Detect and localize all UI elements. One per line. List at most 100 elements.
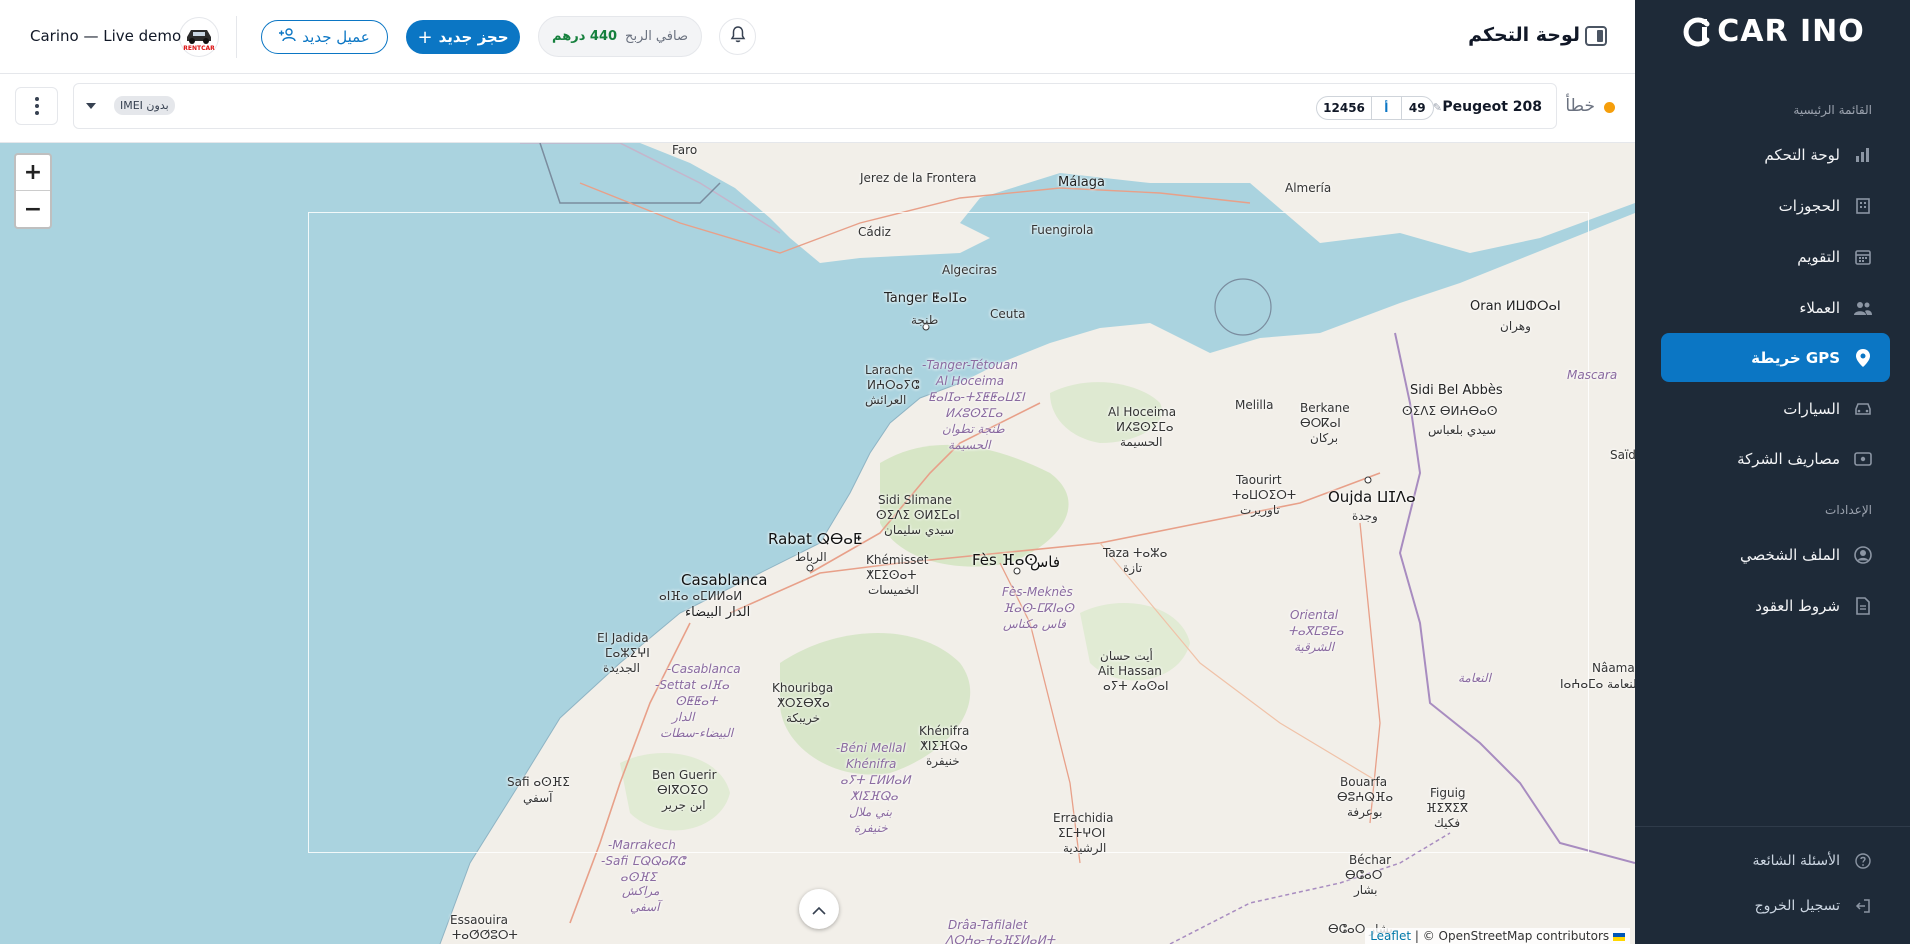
new-client-button[interactable]: عميل جديد: [261, 20, 388, 54]
sidebar-item-label: شروط العقود: [1755, 596, 1840, 615]
more-options-button[interactable]: [15, 87, 58, 125]
map-label: ⴰⵙⴼⵉ: [620, 870, 657, 884]
sidebar-item-gps-map[interactable]: GPS خريطة: [1661, 333, 1890, 382]
map-label: Málaga: [1058, 175, 1105, 190]
sidebar-item-label: تسجيل الخروج: [1754, 897, 1840, 914]
map-label: طنجة تطوان: [942, 422, 1005, 436]
map-label: Almería: [1285, 181, 1332, 195]
bar-chart-icon: [1854, 146, 1872, 164]
chevron-down-icon[interactable]: [86, 103, 96, 109]
sidebar-item-dashboard[interactable]: لوحة التحكم: [1661, 130, 1890, 179]
map-label: الحسيمة: [948, 438, 991, 452]
notifications-button[interactable]: [719, 18, 756, 55]
map-label: Jerez de la Frontera: [860, 171, 977, 185]
brand-logo[interactable]: CAR INO: [1635, 14, 1910, 49]
map-label: ⵜⴰⴳⵎⵓⴹⴰ: [1288, 624, 1344, 638]
map-label: بوعرفة: [1347, 805, 1383, 819]
map-label: الدار البيضاء: [685, 605, 751, 620]
map-label: مراكش: [622, 884, 660, 898]
sidebar-item-profile[interactable]: الملف الشخصي: [1661, 530, 1890, 579]
map-label: ⵙⵉⴷⵉ ⵙⵍⵉⵎⴰⵏ: [876, 508, 960, 522]
map-label: Khénifra: [846, 757, 897, 771]
header-divider: [236, 16, 237, 58]
scroll-up-button[interactable]: [799, 889, 839, 929]
bell-icon: [730, 26, 746, 47]
map-label: Bouarfa: [1340, 775, 1388, 789]
sidebar-item-cars[interactable]: السيارات: [1661, 384, 1890, 433]
map-label: ⵙⵉⴷⵉ ⴱⵍⵄⴱⴰⵙ: [1402, 404, 1498, 418]
sidebar-item-clients[interactable]: العملاء: [1661, 283, 1890, 332]
license-plate: 12456 أ 49: [1316, 96, 1434, 120]
map-label: Ceuta: [990, 307, 1026, 321]
sidebar-item-label: GPS خريطة: [1751, 348, 1840, 367]
map-label: Drâa-Tafilalet: [948, 918, 1028, 932]
map-label: Tanger-Tétouan-: [922, 358, 1018, 372]
map-label: Khémisset: [866, 553, 929, 567]
plate-region: 49: [1408, 101, 1426, 115]
map-label: الجديدة: [603, 661, 640, 675]
map-label: وهران: [1500, 319, 1531, 333]
plate-number: 12456: [1317, 97, 1373, 119]
document-icon: [1854, 596, 1872, 615]
logout-icon: [1854, 897, 1872, 915]
map-label: Fuengirola: [1031, 223, 1094, 237]
map-label: Béni Mellal-: [836, 741, 906, 755]
map-label: سيدي سليمان: [884, 523, 955, 537]
map-label: ⵉⵎⵜⵖⵔⵏ: [1058, 826, 1106, 840]
map-label: النعامة: [1458, 671, 1491, 685]
chevron-up-icon: [812, 900, 826, 919]
map-label: Safi ⴰⵙⴼⵉ: [507, 775, 570, 789]
map-label: Settat ⴰⵏⴼⴰ-: [655, 678, 730, 692]
zoom-out-button[interactable]: −: [16, 191, 50, 227]
map-label: ⴼⴰⵙ-ⵎⴽⵏⴰⵙ: [1003, 601, 1074, 615]
map-label: Tanger ⵟⴰⵏⵊⴰ: [884, 291, 967, 306]
map-label: Oran ⵍⵡⵀⵔⴰⵏ: [1470, 299, 1561, 314]
vehicle-bar: خطأ Peugeot 208 ✎ 12456 أ 49: [0, 75, 1635, 143]
map-label: الشرقية: [1294, 640, 1335, 654]
map-label: آسفي: [630, 900, 660, 914]
sidebar-item-calendar[interactable]: التقويم: [1661, 232, 1890, 281]
map-label: سيدي بلعباس: [1428, 423, 1497, 437]
map-label: Casablanca: [681, 571, 768, 589]
map-label: ⵅⵏⵉⴼⵕⴰ: [850, 789, 898, 803]
map-label: Fès ⴼⴰⵙ: [972, 551, 1038, 569]
map-label: العرائش: [865, 393, 907, 407]
net-profit-badge: صافي الربح 440 درهم: [538, 16, 702, 57]
leaflet-link[interactable]: Leaflet: [1370, 929, 1411, 943]
map-label: بركان: [1310, 431, 1339, 445]
map-label: Ben Guerir: [652, 768, 717, 782]
sidebar-toggle-icon[interactable]: [1585, 26, 1607, 46]
map-label: ⵍⵃⵓⵙⵉⵎⴰ: [945, 406, 1003, 420]
sidebar-item-label: السيارات: [1783, 399, 1840, 418]
map-label: Essaouira: [450, 913, 509, 927]
vehicle-name: Peugeot 208: [1442, 99, 1542, 115]
gps-map[interactable]: Faro Jerez de la Frontera Cádiz Málaga A…: [0, 143, 1635, 944]
sidebar-item-expenses[interactable]: مصاريف الشركة: [1661, 434, 1890, 483]
map-label: Saïd: [1610, 448, 1635, 462]
map-label: النعامة ⵏⴰⵄⴰⵎⴰ: [1560, 677, 1635, 691]
map-label: الرشيدية: [1063, 841, 1107, 855]
map-label: Safi ⵎⵕⵕⴰⴽⵛ-: [601, 854, 685, 868]
sidebar-divider: [1635, 826, 1910, 827]
sidebar-item-contract-terms[interactable]: شروط العقود: [1661, 581, 1890, 630]
map-attribution: Leaflet | © OpenStreetMap contributors: [1365, 928, 1630, 944]
map-label: ⵙⵟⵟⴰⵜ: [675, 694, 718, 708]
map-label: وجدة: [1352, 509, 1378, 523]
map-label: Marrakech-: [608, 838, 676, 852]
user-circle-icon: [1854, 545, 1872, 564]
company-avatar[interactable]: RENTCAR: [179, 17, 219, 57]
sidebar-item-bookings[interactable]: الحجوزات: [1661, 181, 1890, 230]
map-label: ⴱⵔⴽⴰⵏ: [1300, 416, 1341, 430]
map-label: Taourirt: [1236, 473, 1282, 487]
new-booking-button[interactable]: حجز جديد +: [406, 20, 520, 54]
zoom-control: + −: [14, 153, 52, 229]
new-booking-label: حجز جديد: [438, 28, 509, 46]
sidebar-item-faq[interactable]: الأسئلة الشائعة: [1661, 836, 1890, 885]
sidebar-item-label: لوحة التحكم: [1764, 145, 1840, 164]
map-label: تاوريرت: [1240, 503, 1280, 517]
map-label: أيت حسان: [1100, 649, 1153, 663]
zoom-in-button[interactable]: +: [16, 155, 50, 191]
sidebar-item-logout[interactable]: تسجيل الخروج: [1661, 881, 1890, 930]
map-label: Faro: [672, 143, 698, 157]
page-title: لوحة التحكم: [1468, 24, 1580, 46]
